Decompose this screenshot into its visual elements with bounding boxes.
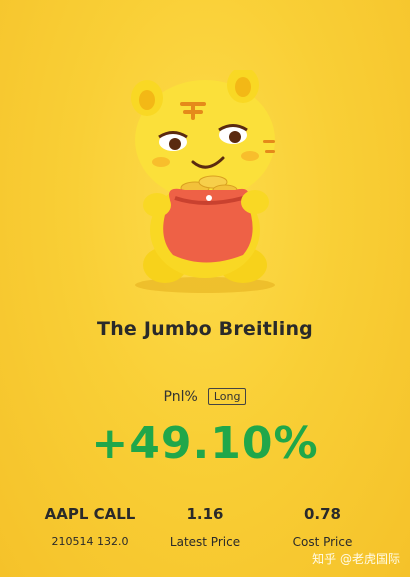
contract-info: 210514 132.0 bbox=[51, 535, 129, 548]
instrument-column: AAPL CALL 210514 132.0 bbox=[35, 505, 145, 548]
cost-price-label: Cost Price bbox=[292, 535, 353, 549]
pnl-header: Pnl% Long bbox=[0, 388, 410, 405]
pnl-label: Pnl% bbox=[163, 388, 198, 405]
cost-price-column: 0.78 Cost Price bbox=[275, 505, 370, 549]
position-type-badge: Long bbox=[207, 388, 247, 405]
latest-price-column: 1.16 Latest Price bbox=[155, 505, 255, 549]
pnl-percentage: +49.10% bbox=[91, 418, 319, 469]
watermark: 知乎 @老虎国际 bbox=[312, 552, 400, 566]
latest-price-label: Latest Price bbox=[169, 535, 241, 549]
cost-price-value: 0.78 bbox=[303, 505, 341, 523]
instrument-name: AAPL CALL bbox=[44, 505, 136, 523]
latest-price-value: 1.16 bbox=[186, 505, 224, 523]
card-title: The Jumbo Breitling bbox=[97, 318, 313, 340]
share-card: The Jumbo Breitling Pnl% Long +49.10% AA… bbox=[0, 0, 410, 577]
tiger-mascot-icon bbox=[131, 70, 275, 293]
